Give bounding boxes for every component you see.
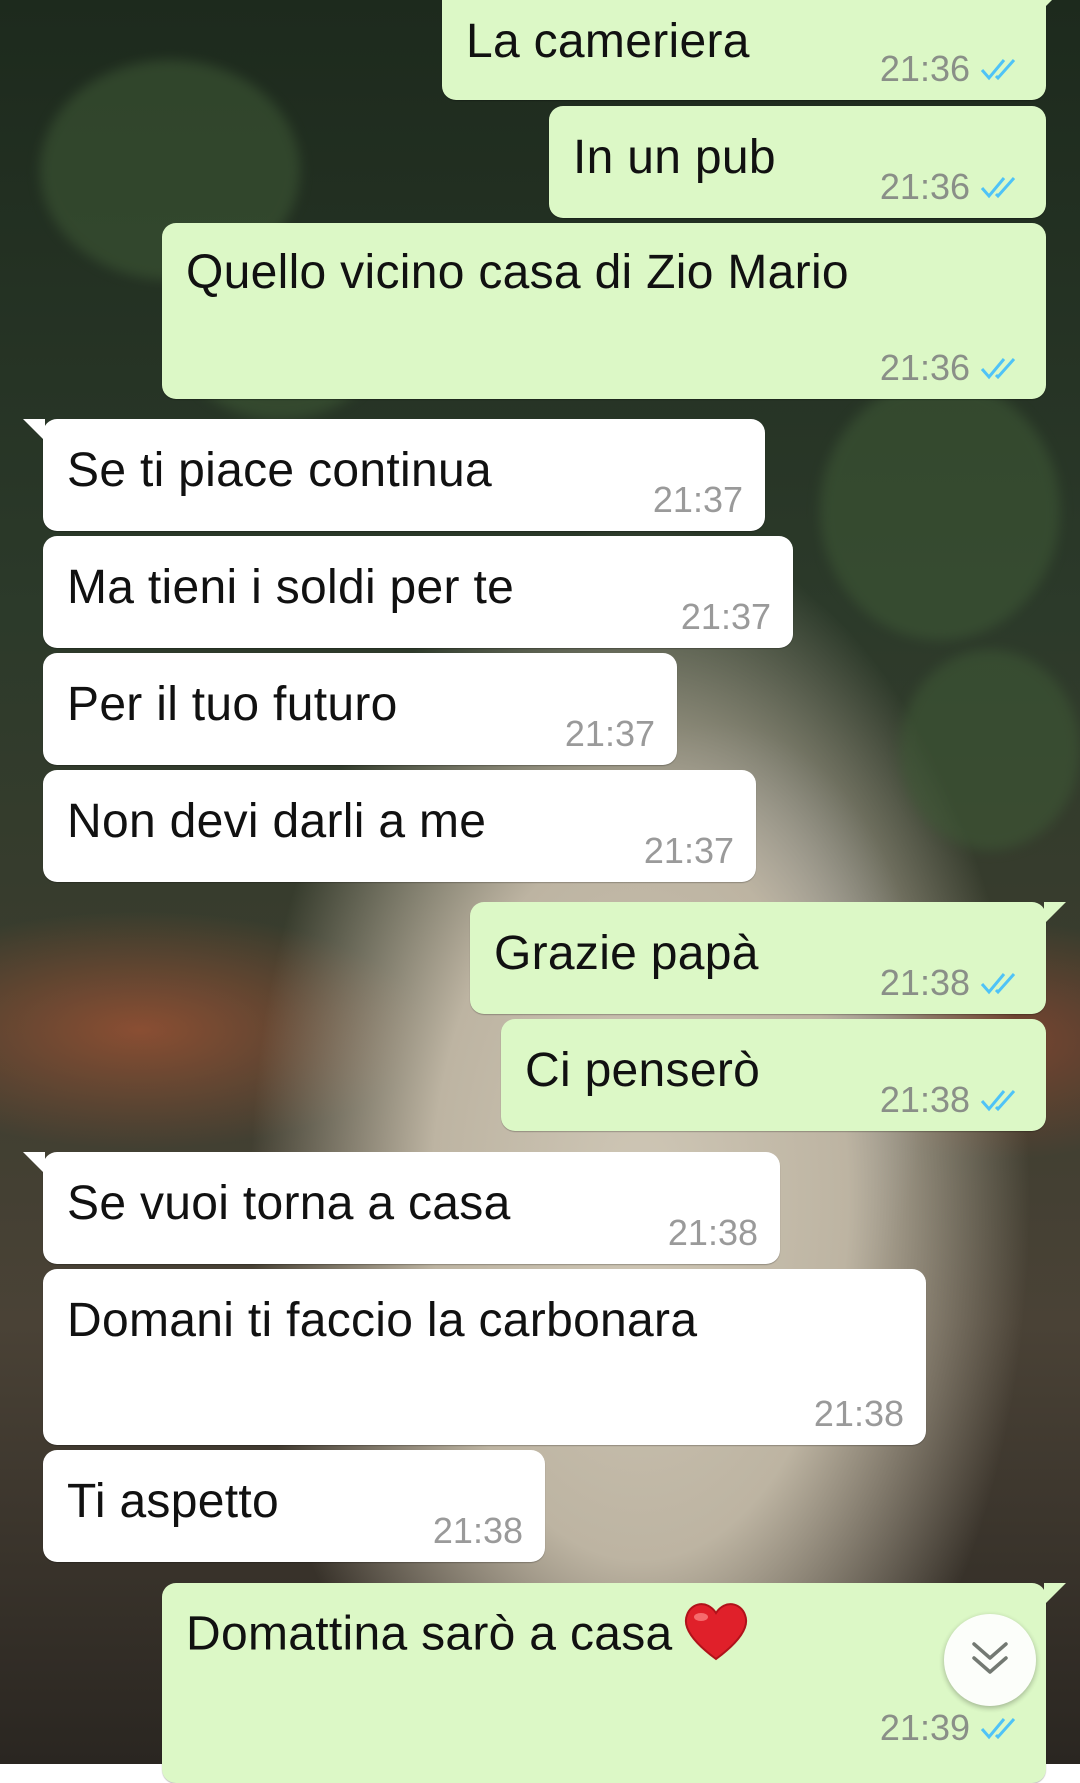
message-meta: 21:38 (814, 1393, 904, 1435)
message-bubble-outgoing[interactable]: La cameriera 21:36 (442, 0, 1066, 100)
message-meta: 21:37 (653, 479, 743, 521)
message-text: Ma tieni i soldi per te (67, 561, 515, 614)
message-meta: 21:38 (880, 962, 1024, 1004)
message-time: 21:36 (879, 166, 970, 207)
message-meta: 21:37 (644, 830, 734, 872)
message-bubble-incoming[interactable]: Per il tuo futuro 21:37 (43, 653, 677, 765)
message-meta: 21:38 (668, 1212, 758, 1254)
message-meta: 21:38 (880, 1079, 1024, 1121)
message-bubble-outgoing[interactable]: Quello vicino casa di Zio Mario 21:36 (162, 223, 1046, 399)
double-check-icon (980, 970, 1024, 996)
message-bubble-incoming[interactable]: Ti aspetto 21:38 (43, 1450, 545, 1562)
message-time: 21:36 (879, 347, 970, 388)
double-check-icon (980, 1715, 1024, 1741)
message-time: 21:38 (879, 962, 970, 1003)
message-time: 21:39 (879, 1707, 970, 1748)
scroll-to-bottom-button[interactable] (944, 1614, 1036, 1706)
message-text: Per il tuo futuro (67, 678, 398, 731)
message-bubble-outgoing[interactable]: Domattina sarò a casa 21:39 (162, 1583, 1066, 1783)
message-meta: 21:36 (880, 48, 1024, 90)
message-meta: 21:38 (433, 1510, 523, 1552)
message-bubble-incoming[interactable]: Ma tieni i soldi per te 21:37 (43, 536, 793, 648)
message-text: Se vuoi torna a casa (67, 1177, 511, 1230)
message-time: 21:37 (652, 479, 743, 520)
message-bubble-outgoing[interactable]: In un pub 21:36 (549, 106, 1046, 218)
message-bubble-incoming[interactable]: Se ti piace continua 21:37 (23, 419, 765, 531)
message-bubble-incoming[interactable]: Non devi darli a me 21:37 (43, 770, 756, 882)
message-time: 21:38 (879, 1079, 970, 1120)
double-check-icon (980, 355, 1024, 381)
message-time: 21:38 (432, 1510, 523, 1551)
message-text-content: Domattina sarò a casa (186, 1607, 673, 1661)
message-time: 21:37 (643, 830, 734, 871)
message-meta: 21:39 (880, 1707, 1024, 1749)
message-text: Se ti piace continua (67, 444, 492, 497)
message-bubble-outgoing[interactable]: Ci penserò 21:38 (501, 1019, 1046, 1131)
message-text: Ti aspetto (67, 1475, 279, 1528)
message-bubble-outgoing[interactable]: Grazie papà 21:38 (470, 902, 1066, 1014)
double-check-icon (980, 1087, 1024, 1113)
message-time: 21:38 (667, 1212, 758, 1253)
message-time: 21:37 (564, 713, 655, 754)
message-text: In un pub (573, 131, 776, 184)
message-time: 21:38 (813, 1393, 904, 1434)
message-text: Ci penserò (525, 1044, 761, 1097)
chevron-double-down-icon (968, 1638, 1012, 1683)
message-time: 21:37 (680, 596, 771, 637)
message-text: Quello vicino casa di Zio Mario (186, 246, 849, 299)
message-time: 21:36 (879, 48, 970, 89)
message-text: Domattina sarò a casa (186, 1603, 751, 1669)
message-meta: 21:36 (880, 166, 1024, 208)
message-meta: 21:37 (681, 596, 771, 638)
message-text: Non devi darli a me (67, 795, 487, 848)
message-text: Grazie papà (494, 927, 759, 980)
message-meta: 21:37 (565, 713, 655, 755)
message-text: Domani ti faccio la carbonara (67, 1294, 698, 1347)
message-text: La cameriera (466, 15, 750, 68)
message-bubble-incoming[interactable]: Domani ti faccio la carbonara 21:38 (43, 1269, 926, 1445)
message-bubble-incoming[interactable]: Se vuoi torna a casa 21:38 (23, 1152, 780, 1264)
double-check-icon (980, 174, 1024, 200)
red-heart-icon (681, 1599, 751, 1663)
message-meta: 21:36 (880, 347, 1024, 389)
double-check-icon (980, 56, 1024, 82)
